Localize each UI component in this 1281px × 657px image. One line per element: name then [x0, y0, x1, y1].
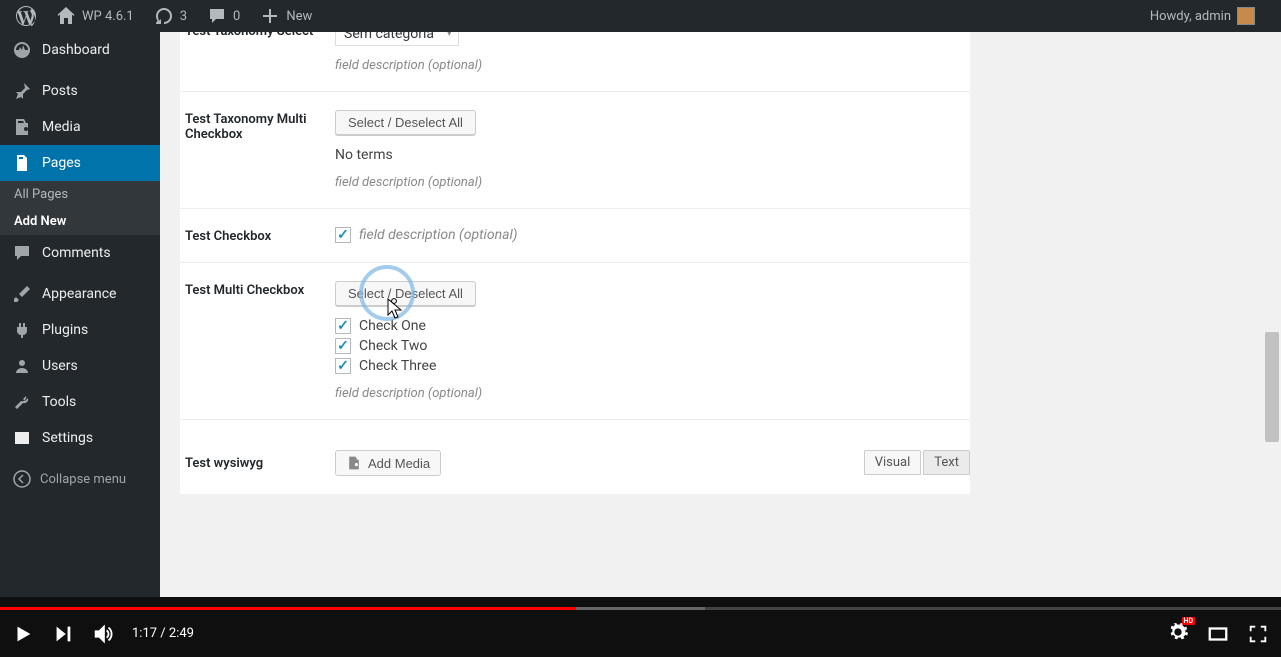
updates-menu[interactable]: 3: [146, 0, 195, 32]
plugin-icon: [12, 320, 32, 340]
page-icon: [12, 153, 32, 173]
field-description: field description (optional): [335, 175, 970, 190]
home-icon: [56, 6, 76, 26]
media-icon: [346, 455, 362, 471]
sidebar-item-pages[interactable]: Pages: [0, 145, 160, 181]
theater-mode-icon[interactable]: [1207, 623, 1229, 645]
gear-icon: [1167, 621, 1189, 643]
wp-logo-menu[interactable]: [8, 0, 44, 32]
submenu-add-new[interactable]: Add New: [0, 208, 160, 235]
multi-checkbox-option[interactable]: [335, 318, 351, 334]
duration: 2:49: [169, 626, 194, 641]
pages-submenu: All Pages Add New: [0, 181, 160, 235]
comment-icon: [12, 243, 32, 263]
sidebar-item-tools[interactable]: Tools: [0, 384, 160, 420]
sidebar-item-users[interactable]: Users: [0, 348, 160, 384]
avatar: [1237, 7, 1255, 25]
sidebar-item-plugins[interactable]: Plugins: [0, 312, 160, 348]
sidebar-item-label: Tools: [42, 394, 76, 410]
taxonomy-select-dropdown[interactable]: Sem categoria: [335, 32, 459, 46]
wordpress-icon: [16, 6, 36, 26]
select-value: Sem categoria: [344, 32, 434, 42]
dashboard-icon: [12, 40, 32, 60]
updates-count: 3: [180, 9, 187, 24]
collapse-icon: [12, 469, 32, 489]
scrollbar-thumb[interactable]: [1265, 332, 1279, 442]
tab-text[interactable]: Text: [923, 450, 970, 475]
next-icon[interactable]: [52, 623, 74, 645]
checkbox-label: Check One: [359, 318, 426, 334]
sidebar-item-label: Plugins: [42, 322, 88, 338]
field-label-taxonomy-multi: Test Taxonomy Multi Checkbox: [180, 110, 335, 190]
new-content-menu[interactable]: New: [252, 0, 320, 32]
select-deselect-all-button[interactable]: Select / Deselect All: [335, 281, 476, 306]
comments-count: 0: [233, 9, 240, 24]
site-title: WP 4.6.1: [82, 9, 134, 24]
checkbox-description: field description (optional): [359, 227, 517, 243]
tab-visual[interactable]: Visual: [864, 450, 922, 475]
collapse-label: Collapse menu: [40, 472, 126, 487]
empty-sidebar-area: [970, 32, 1281, 597]
sidebar-item-label: Comments: [42, 245, 111, 261]
test-checkbox[interactable]: [335, 227, 351, 243]
field-label-multi-checkbox: Test Multi Checkbox: [180, 281, 335, 401]
plus-icon: [260, 6, 280, 26]
site-name-menu[interactable]: WP 4.6.1: [48, 0, 142, 32]
sidebar-item-label: Appearance: [42, 286, 116, 302]
video-progress-fill: [0, 607, 576, 610]
pin-icon: [12, 81, 32, 101]
time-display: 1:17 / 2:49: [132, 626, 194, 641]
sidebar-item-label: Media: [42, 119, 81, 135]
field-description: field description (optional): [335, 386, 970, 401]
settings-button[interactable]: [1167, 621, 1189, 647]
field-label-taxonomy-select: Test Taxonomy Select: [180, 32, 335, 73]
checkbox-label: Check Three: [359, 358, 436, 374]
play-icon[interactable]: [12, 623, 34, 645]
volume-icon[interactable]: [92, 623, 114, 645]
sidebar-item-posts[interactable]: Posts: [0, 73, 160, 109]
no-terms-text: No terms: [335, 147, 970, 163]
fullscreen-icon[interactable]: [1247, 623, 1269, 645]
brush-icon: [12, 284, 32, 304]
sidebar-item-label: Settings: [42, 430, 93, 446]
current-time: 1:17: [132, 626, 157, 641]
checkbox-label: Check Two: [359, 338, 427, 354]
admin-sidebar: Dashboard Posts Media Pages All Pages Ad…: [0, 32, 160, 597]
new-label: New: [286, 9, 312, 24]
add-media-label: Add Media: [368, 456, 430, 471]
sidebar-item-appearance[interactable]: Appearance: [0, 276, 160, 312]
field-label-checkbox: Test Checkbox: [180, 227, 335, 244]
collapse-menu[interactable]: Collapse menu: [0, 461, 160, 497]
sidebar-item-comments[interactable]: Comments: [0, 235, 160, 271]
comment-icon: [207, 6, 227, 26]
sidebar-item-label: Users: [42, 358, 78, 374]
comments-menu[interactable]: 0: [199, 0, 248, 32]
select-deselect-all-button[interactable]: Select / Deselect All: [335, 110, 476, 135]
submenu-all-pages[interactable]: All Pages: [0, 181, 160, 208]
video-progress-bar[interactable]: [0, 607, 1281, 610]
sidebar-item-dashboard[interactable]: Dashboard: [0, 32, 160, 68]
settings-icon: [12, 428, 32, 448]
field-description: field description (optional): [335, 58, 970, 73]
sidebar-item-label: Posts: [42, 83, 78, 99]
my-account-menu[interactable]: Howdy, admin: [1142, 0, 1263, 32]
multi-checkbox-option[interactable]: [335, 358, 351, 374]
field-label-wysiwyg: Test wysiwyg: [180, 450, 335, 476]
multi-checkbox-option[interactable]: [335, 338, 351, 354]
wrench-icon: [12, 392, 32, 412]
sidebar-item-settings[interactable]: Settings: [0, 420, 160, 456]
user-icon: [12, 356, 32, 376]
add-media-button[interactable]: Add Media: [335, 450, 441, 476]
admin-bar: WP 4.6.1 3 0 New Howdy, admin: [0, 0, 1281, 32]
sidebar-item-label: Pages: [42, 155, 81, 171]
content-area: Test Taxonomy Select Sem categoria field…: [160, 32, 1281, 597]
sidebar-item-label: Dashboard: [42, 42, 110, 58]
video-player-controls: 1:17 / 2:49: [0, 597, 1281, 657]
media-icon: [12, 117, 32, 137]
howdy-text: Howdy, admin: [1150, 9, 1231, 24]
update-icon: [154, 6, 174, 26]
sidebar-item-media[interactable]: Media: [0, 109, 160, 145]
